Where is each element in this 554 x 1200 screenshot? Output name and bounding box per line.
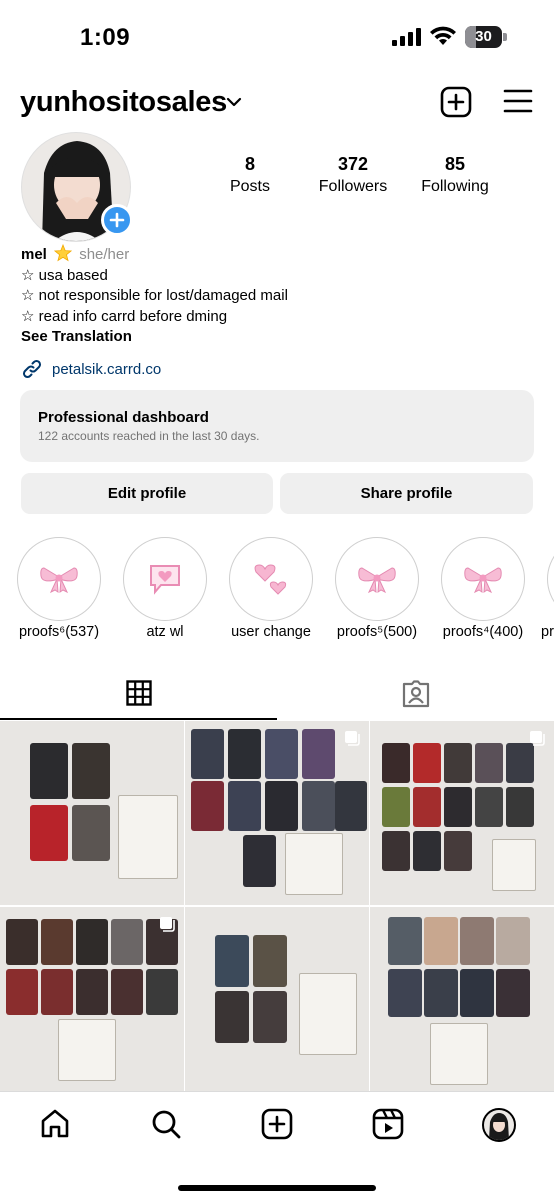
- highlight-item[interactable]: [229, 537, 313, 621]
- highlight-label: atz wl: [146, 624, 184, 640]
- link-text: petalsik.carrd.co: [52, 360, 162, 378]
- followers-count-value: 372: [337, 154, 369, 174]
- profile-bio: mel she/her ☆ usa based ☆ not responsibl…: [21, 243, 521, 348]
- highlight-item[interactable]: [441, 537, 525, 621]
- highlight-label: pr: [541, 624, 554, 640]
- new-post-icon[interactable]: [440, 86, 472, 118]
- tab-posts-grid[interactable]: [0, 668, 277, 720]
- hearts-icon: [254, 564, 287, 595]
- highlight-label: user change: [231, 624, 311, 640]
- highlight-item[interactable]: [547, 537, 554, 621]
- post-thumbnail[interactable]: [185, 907, 369, 1091]
- followers-count[interactable]: 372 Followers: [298, 154, 408, 196]
- display-name: mel: [21, 246, 47, 263]
- multiple-photos-icon: [160, 917, 175, 932]
- posts-count-value: 8: [244, 154, 255, 174]
- username-title[interactable]: yunhositosales: [20, 86, 227, 119]
- bio-line: ☆ not responsible for lost/damaged mail: [21, 287, 288, 304]
- edit-profile-button[interactable]: Edit profile: [21, 473, 273, 514]
- highlight-item[interactable]: [123, 537, 207, 621]
- speech-heart-icon: [150, 565, 180, 595]
- bio-link[interactable]: petalsik.carrd.co: [21, 357, 161, 381]
- bio-line: ☆ read info carrd before dming: [21, 307, 228, 325]
- search-icon[interactable]: [150, 1108, 182, 1140]
- link-icon: [22, 359, 42, 379]
- following-count[interactable]: 85 Following: [400, 154, 510, 196]
- bow-icon: [40, 567, 78, 594]
- bow-icon: [464, 567, 502, 594]
- home-icon[interactable]: [39, 1108, 71, 1140]
- battery-icon: 30: [465, 26, 507, 48]
- chevron-down-icon[interactable]: [226, 94, 242, 110]
- status-bar: 1:09 30: [0, 0, 554, 72]
- create-post-icon[interactable]: [261, 1108, 293, 1140]
- status-time: 1:09: [80, 24, 131, 51]
- multiple-photos-icon: [345, 731, 360, 746]
- dashboard-title: Professional dashboard: [38, 409, 209, 426]
- post-thumbnail[interactable]: [0, 721, 184, 905]
- bow-icon: [358, 567, 396, 594]
- highlight-label: proofs⁵(500): [336, 624, 418, 640]
- highlight-item[interactable]: [335, 537, 419, 621]
- share-profile-button[interactable]: Share profile: [280, 473, 533, 514]
- tab-tagged[interactable]: [277, 668, 554, 720]
- profile-avatar-nav[interactable]: [482, 1108, 516, 1142]
- professional-dashboard[interactable]: Professional dashboard 122 accounts reac…: [20, 390, 534, 462]
- post-thumbnail[interactable]: [0, 907, 184, 1091]
- home-indicator: [178, 1185, 376, 1191]
- profile-header: yunhositosales: [0, 80, 554, 126]
- pronouns: she/her: [79, 246, 130, 263]
- post-thumbnail[interactable]: [185, 721, 369, 905]
- posts-count-label: Posts: [229, 178, 270, 195]
- post-thumbnail[interactable]: [370, 721, 554, 905]
- bio-line: ☆ usa based: [21, 266, 108, 284]
- post-thumbnail[interactable]: [370, 907, 554, 1091]
- menu-icon[interactable]: [503, 88, 533, 114]
- wifi-icon: [430, 26, 456, 45]
- following-count-label: Following: [421, 178, 489, 195]
- multiple-photos-icon: [530, 731, 545, 746]
- highlight-item[interactable]: [17, 537, 101, 621]
- dashboard-subtitle: 122 accounts reached in the last 30 days…: [38, 429, 260, 443]
- battery-percent: 30: [475, 28, 492, 45]
- add-story-button[interactable]: [101, 204, 133, 236]
- plus-icon: [109, 212, 125, 228]
- see-translation-link[interactable]: See Translation: [21, 327, 521, 348]
- active-tab-indicator: [0, 718, 277, 720]
- tagged-person-icon: [402, 680, 430, 708]
- bottom-navigation: [0, 1091, 554, 1200]
- highlight-label: proofs⁴(400): [442, 624, 524, 640]
- profile-tabs: [0, 668, 554, 720]
- followers-count-label: Followers: [318, 178, 388, 195]
- highlight-label: proofs⁶(537): [18, 624, 100, 640]
- reels-icon[interactable]: [372, 1108, 404, 1140]
- posts-count[interactable]: 8 Posts: [195, 154, 305, 196]
- grid-icon: [126, 680, 152, 706]
- star-emoji-icon: [54, 243, 73, 262]
- following-count-value: 85: [444, 154, 466, 174]
- cellular-signal-icon: [392, 28, 421, 46]
- posts-grid: [0, 721, 554, 1091]
